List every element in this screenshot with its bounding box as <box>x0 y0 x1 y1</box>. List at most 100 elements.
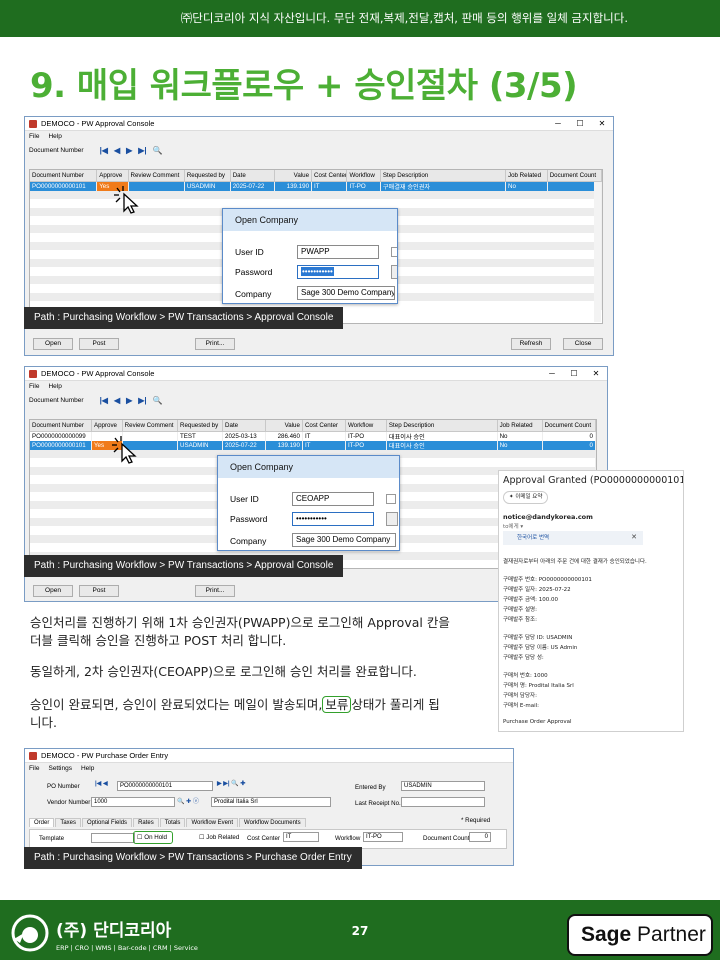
job-related-checkbox[interactable]: ☐ Job Related <box>199 834 239 841</box>
col-value[interactable]: Value <box>274 170 313 182</box>
minimize-icon[interactable]: ─ <box>547 117 569 131</box>
print-button[interactable]: Print... <box>195 338 235 350</box>
col-requested-by[interactable]: Requested by <box>177 420 224 432</box>
col-document-number[interactable]: Document Number <box>30 170 98 182</box>
cell-workflow[interactable]: IT-PO <box>345 431 387 441</box>
cell-job-related[interactable]: No <box>497 431 543 441</box>
cell-date[interactable]: 2025-03-13 <box>222 431 267 441</box>
cell-workflow[interactable]: IT-PO <box>345 440 387 450</box>
close-button[interactable]: Close <box>563 338 603 350</box>
password-input[interactable]: ••••••••••• <box>297 265 379 279</box>
user-id-input[interactable]: CEOAPP <box>292 492 374 506</box>
vendor-number-input[interactable]: 1000 <box>91 797 175 807</box>
cell-cost-center[interactable]: IT <box>311 181 348 191</box>
cell-job-related[interactable]: No <box>497 440 543 450</box>
password-input[interactable]: ••••••••••• <box>292 512 374 526</box>
on-hold-checkbox[interactable]: ☐ On Hold <box>137 834 167 841</box>
cell-workflow[interactable]: IT-PO <box>346 181 381 191</box>
last-record-icon[interactable]: ▶| <box>138 396 146 405</box>
col-job-related[interactable]: Job Related <box>497 420 543 432</box>
cell-step-description[interactable]: 대표이사 승인 <box>386 431 498 441</box>
refresh-button[interactable]: Refresh <box>511 338 551 350</box>
first-record-icon[interactable]: |◀ <box>100 396 108 405</box>
email-summary-button[interactable]: ✦ 이메일 요약 <box>503 491 549 504</box>
menu-file[interactable]: File <box>29 765 39 772</box>
cell-step-description[interactable]: 대표이사 승인 <box>386 440 498 450</box>
cell-value[interactable]: 286.460 <box>265 431 303 441</box>
tab-workflow-documents[interactable]: Workflow Documents <box>239 818 306 827</box>
col-cost-center[interactable]: Cost Center <box>302 420 346 432</box>
post-button[interactable]: Post <box>79 338 119 350</box>
cell-cost-center[interactable]: IT <box>302 431 346 441</box>
col-date[interactable]: Date <box>222 420 267 432</box>
post-button[interactable]: Post <box>79 585 119 597</box>
col-document-count[interactable]: Document Count <box>542 420 597 432</box>
maximize-icon[interactable]: ☐ <box>569 117 591 131</box>
col-job-related[interactable]: Job Related <box>505 170 548 182</box>
last-record-icon[interactable]: ▶| <box>138 146 146 155</box>
tab-taxes[interactable]: Taxes <box>55 818 82 827</box>
menu-help[interactable]: Help <box>48 383 61 390</box>
cell-document-number[interactable]: PO0000000000101 <box>30 440 92 450</box>
cell-document-count[interactable]: 0 <box>542 440 597 450</box>
print-button[interactable]: Print... <box>195 585 235 597</box>
cell-value[interactable]: 139.190 <box>265 440 303 450</box>
menu-file[interactable]: File <box>29 133 39 140</box>
tab-rates[interactable]: Rates <box>133 818 159 827</box>
previous-record-icon[interactable]: ◀ <box>114 396 120 405</box>
col-review-comment[interactable]: Review Comment <box>128 170 185 182</box>
first-record-icon[interactable]: |◀ <box>100 146 108 155</box>
close-icon[interactable]: ✕ <box>585 367 607 381</box>
maximize-icon[interactable]: ☐ <box>563 367 585 381</box>
col-step-description[interactable]: Step Description <box>380 170 506 182</box>
col-document-number[interactable]: Document Number <box>30 420 92 432</box>
cell-value[interactable]: 139.190 <box>274 181 313 191</box>
cell-cost-center[interactable]: IT <box>302 440 346 450</box>
col-review-comment[interactable]: Review Comment <box>122 420 178 432</box>
col-cost-center[interactable]: Cost Center <box>311 170 348 182</box>
translate-bar[interactable]: 한국어로 번역 <box>503 531 643 545</box>
minimize-icon[interactable]: ─ <box>541 367 563 381</box>
cell-document-count[interactable]: 0 <box>542 431 597 441</box>
col-approve[interactable]: Approve <box>96 170 129 182</box>
cell-job-related[interactable]: No <box>505 181 548 191</box>
col-step-description[interactable]: Step Description <box>386 420 498 432</box>
finder-icon[interactable]: 🔍 <box>153 396 163 405</box>
col-requested-by[interactable]: Requested by <box>184 170 231 182</box>
col-workflow[interactable]: Workflow <box>345 420 387 432</box>
translate-close-icon[interactable]: ✕ <box>631 533 637 541</box>
cost-center-input[interactable]: IT <box>283 832 319 842</box>
next-record-icon[interactable]: ▶ <box>126 146 132 155</box>
cell-date[interactable]: 2025-07-22 <box>222 440 267 450</box>
cell-requested-by[interactable]: USADMIN <box>177 440 224 450</box>
menu-help[interactable]: Help <box>81 765 94 772</box>
company-select[interactable]: Sage 300 Demo Company <box>297 286 395 300</box>
tab-workflow-event[interactable]: Workflow Event <box>186 818 239 827</box>
menu-file[interactable]: File <box>29 383 39 390</box>
previous-record-icon[interactable]: ◀ <box>114 146 120 155</box>
po-number-input[interactable]: PO0000000000101 <box>117 781 213 791</box>
cell-date[interactable]: 2025-07-22 <box>230 181 275 191</box>
cell-requested-by[interactable]: TEST <box>177 431 224 441</box>
col-date[interactable]: Date <box>230 170 275 182</box>
open-button[interactable]: Open <box>33 338 73 350</box>
tab-order[interactable]: Order <box>29 818 55 827</box>
cell-document-number[interactable]: PO0000000000101 <box>30 181 98 191</box>
company-select[interactable]: Sage 300 Demo Company <box>292 533 396 547</box>
col-workflow[interactable]: Workflow <box>346 170 381 182</box>
cell-step-description[interactable]: 구매결재 승인권자 <box>380 181 506 191</box>
workflow-input[interactable]: IT-PO <box>363 832 403 842</box>
menu-settings[interactable]: Settings <box>48 765 72 772</box>
cell-document-number[interactable]: PO0000000000099 <box>30 431 92 441</box>
col-approve[interactable]: Approve <box>91 420 123 432</box>
template-input[interactable] <box>91 833 135 843</box>
cell-requested-by[interactable]: USADMIN <box>184 181 231 191</box>
vertical-scrollbar[interactable] <box>594 182 601 322</box>
open-button[interactable]: Open <box>33 585 73 597</box>
col-document-count[interactable]: Document Count <box>547 170 603 182</box>
finder-icon[interactable]: 🔍 <box>153 146 163 155</box>
next-record-icon[interactable]: ▶ ▶| 🔍 ✚ <box>217 780 245 787</box>
menu-help[interactable]: Help <box>48 133 61 140</box>
col-value[interactable]: Value <box>265 420 303 432</box>
vendor-finder-icon[interactable]: 🔍 ✚ ⓥ <box>177 796 199 805</box>
